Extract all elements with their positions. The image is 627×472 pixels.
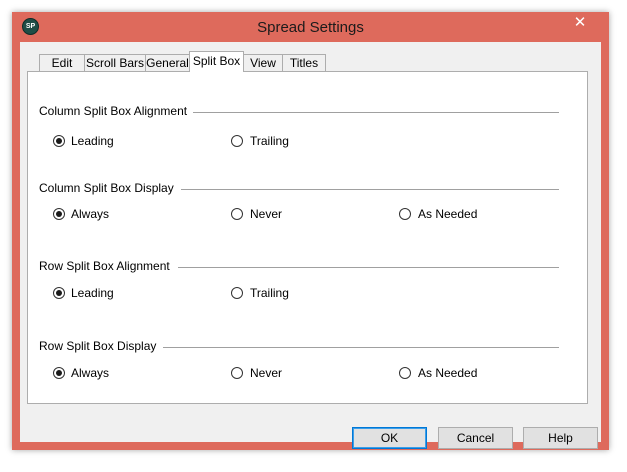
group-divider [181, 189, 559, 190]
dialog-body: Edit Scroll Bars General Split Box View … [20, 42, 601, 449]
column-alignment-leading-radio[interactable] [53, 135, 65, 147]
row-display-as-needed-label[interactable]: As Needed [418, 366, 477, 380]
tab-split-box[interactable]: Split Box [189, 51, 244, 72]
column-split-box-alignment-label: Column Split Box Alignment [39, 104, 188, 118]
column-alignment-leading-label[interactable]: Leading [71, 134, 114, 148]
row-split-box-display-label: Row Split Box Display [39, 339, 157, 353]
cancel-button[interactable]: Cancel [438, 427, 513, 449]
group-divider [163, 347, 559, 348]
row-alignment-trailing-label[interactable]: Trailing [250, 286, 289, 300]
tab-edit[interactable]: Edit [39, 54, 85, 71]
column-split-box-display-label: Column Split Box Display [39, 181, 174, 195]
tab-view[interactable]: View [243, 54, 283, 71]
row-display-never-label[interactable]: Never [250, 366, 282, 380]
row-display-never-radio[interactable] [231, 367, 243, 379]
column-alignment-trailing-radio[interactable] [231, 135, 243, 147]
help-button[interactable]: Help [523, 427, 598, 449]
title-bar: SP Spread Settings ✕ [12, 12, 609, 42]
ok-button[interactable]: OK [352, 427, 427, 449]
column-alignment-trailing-label[interactable]: Trailing [250, 134, 289, 148]
split-box-panel: Column Split Box Alignment Leading Trail… [27, 71, 588, 404]
group-divider [193, 112, 559, 113]
row-display-always-radio[interactable] [53, 367, 65, 379]
tab-general[interactable]: General [145, 54, 190, 71]
column-display-always-label[interactable]: Always [71, 207, 109, 221]
column-display-as-needed-label[interactable]: As Needed [418, 207, 477, 221]
column-display-never-label[interactable]: Never [250, 207, 282, 221]
row-display-as-needed-radio[interactable] [399, 367, 411, 379]
tab-scroll-bars[interactable]: Scroll Bars [84, 54, 146, 71]
group-divider [178, 267, 559, 268]
row-alignment-leading-radio[interactable] [53, 287, 65, 299]
window-title: Spread Settings [257, 19, 364, 36]
tab-titles[interactable]: Titles [282, 54, 326, 71]
row-alignment-leading-label[interactable]: Leading [71, 286, 114, 300]
row-display-always-label[interactable]: Always [71, 366, 109, 380]
row-split-box-alignment-label: Row Split Box Alignment [39, 259, 170, 273]
column-display-never-radio[interactable] [231, 208, 243, 220]
column-display-always-radio[interactable] [53, 208, 65, 220]
row-alignment-trailing-radio[interactable] [231, 287, 243, 299]
column-display-as-needed-radio[interactable] [399, 208, 411, 220]
spread-settings-dialog: SP Spread Settings ✕ Edit Scroll Bars Ge… [12, 12, 609, 450]
close-button[interactable]: ✕ [557, 12, 603, 33]
